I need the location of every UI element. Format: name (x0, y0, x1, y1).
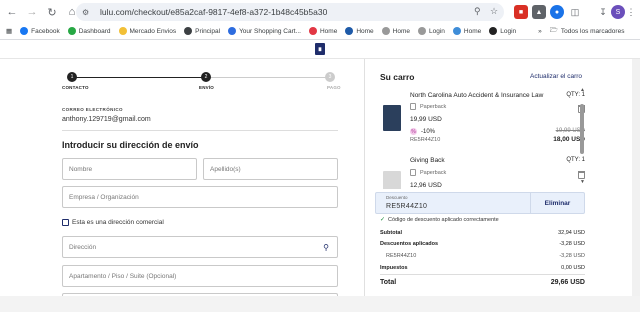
extension-icon[interactable]: ● (550, 5, 564, 19)
cart-item-price: 12,96 USD (410, 182, 442, 189)
reload-icon[interactable]: ↻ (44, 4, 60, 20)
bookmark-item[interactable]: Login (489, 27, 516, 35)
bookmark-item[interactable]: Mercado Envios (118, 27, 176, 35)
discount-code-applied: RE5R44Z10 (410, 137, 441, 143)
address-bar[interactable]: ⚙ lulu.com/checkout/e85a2caf-9817-4ef8-a… (76, 3, 504, 21)
bookmark-favicon-icon (452, 27, 461, 35)
page-footer-area (0, 296, 640, 312)
book-icon (410, 169, 416, 176)
bookmark-item[interactable]: Dashboard (67, 27, 111, 35)
bookmark-favicon-icon (418, 27, 427, 35)
email-divider (62, 130, 338, 131)
cart-item-price: 19,99 USD (410, 116, 442, 123)
shipping-title: Introducir su dirección de envío (62, 140, 199, 150)
step-contact-label[interactable]: CONTACTO (62, 85, 89, 90)
discount-label: Descuento (386, 195, 408, 200)
bookmark-favicon-icon (308, 27, 317, 35)
apps-icon[interactable]: ▦ (6, 27, 12, 35)
commercial-address-label[interactable]: Esta es una dirección comercial (72, 219, 164, 226)
extension-icon[interactable]: ▲ (532, 5, 546, 19)
first-name-field[interactable]: Nombre (62, 158, 197, 180)
remove-discount-button[interactable]: Eliminar (530, 193, 584, 213)
email-value: anthony.129719@gmail.com (62, 116, 151, 123)
check-icon: ✓ (380, 217, 386, 223)
apartment-field[interactable]: Apartamento / Piso / Suite (Opcional) (62, 265, 338, 287)
discount-field[interactable]: Descuento RE5R44Z10 Eliminar (375, 192, 585, 214)
bookmark-star-icon[interactable]: ☆ (490, 6, 498, 17)
bookmark-item[interactable]: Home (308, 27, 337, 35)
page-scrollbar[interactable] (632, 59, 640, 312)
bookmark-item[interactable]: Home (381, 27, 410, 35)
cart-panel: Su carro Actualizar el carro North Carol… (365, 59, 640, 312)
percent-icon: % (410, 128, 417, 135)
book-icon (410, 103, 416, 110)
bookmark-favicon-icon (118, 27, 127, 35)
step-payment-dot: 3 (325, 72, 335, 82)
company-field[interactable]: Empresa / Organización (62, 186, 338, 208)
summary-divider (380, 274, 585, 275)
cart-title: Su carro (380, 72, 415, 82)
cart-item-format: Paperback (410, 169, 446, 176)
checkout-form-panel: 1 2 3 CONTACTO ENVÍO PAGO CORREO ELECTRÓ… (0, 59, 364, 312)
bookmarks-overflow-button[interactable]: » (538, 28, 542, 35)
url-text[interactable]: lulu.com/checkout/e85a2caf-9817-4ef8-a37… (100, 7, 440, 17)
all-bookmarks-button[interactable]: 🗁 Todos los marcadores (550, 26, 625, 37)
cart-item: Giving Back QTY: 1 Paperback 12,96 USD (380, 155, 585, 189)
cart-item: North Carolina Auto Accident & Insurance… (380, 89, 585, 149)
step-shipping-dot: 2 (201, 72, 211, 82)
scroll-down-icon[interactable]: ▼ (580, 179, 585, 185)
avatar[interactable]: S (611, 5, 625, 19)
bookmark-favicon-icon (345, 27, 354, 35)
email-label: CORREO ELECTRÓNICO (62, 107, 123, 112)
discount-success-message: ✓ Código de descuento aplicado correctame… (380, 216, 499, 224)
extension-icon[interactable]: ■ (514, 5, 528, 19)
cart-item-format: Paperback (410, 103, 446, 110)
forward-icon[interactable]: → (24, 4, 40, 20)
bookmark-favicon-icon (228, 27, 237, 35)
extensions-puzzle-icon[interactable]: ◫ (568, 5, 582, 19)
progress-line (70, 77, 206, 78)
site-info-icon[interactable]: ⚙ (82, 8, 96, 17)
bookmark-item[interactable]: Your Shopping Cart... (228, 27, 301, 35)
address-placeholder: Dirección (69, 243, 97, 251)
bookmark-favicon-icon (381, 27, 390, 35)
address-field[interactable]: Dirección ⚲ (62, 236, 338, 258)
bookmark-item[interactable]: Home (345, 27, 374, 35)
bookmark-favicon-icon (67, 27, 76, 35)
search-icon: ⚲ (323, 242, 329, 252)
cart-scrollbar[interactable] (580, 94, 584, 184)
book-cover-image (383, 105, 401, 131)
bookmark-favicon-icon (184, 27, 193, 35)
progress-line (206, 77, 330, 78)
cart-item-title[interactable]: North Carolina Auto Accident & Insurance… (410, 92, 543, 99)
step-shipping-label: ENVÍO (199, 85, 215, 90)
discount-badge: % -10% (410, 128, 436, 135)
bookmark-favicon-icon (20, 27, 29, 35)
checkout-progress: 1 2 3 CONTACTO ENVÍO PAGO (62, 72, 341, 102)
book-cover-image (383, 171, 401, 189)
download-icon[interactable]: ↧ (596, 5, 610, 19)
scrollbar-thumb[interactable] (580, 104, 584, 154)
bookmark-favicon-icon (489, 27, 498, 35)
cart-item-title[interactable]: Giving Back (410, 157, 445, 164)
update-cart-link[interactable]: Actualizar el carro (530, 73, 582, 80)
discount-code-input[interactable]: RE5R44Z10 (386, 203, 427, 210)
bookmark-item[interactable]: Facebook (20, 27, 60, 35)
step-contact-dot[interactable]: 1 (67, 72, 77, 82)
bookmark-item[interactable]: Login (418, 27, 445, 35)
bookmarks-bar: ▦ Facebook Dashboard Mercado Envios Prin… (0, 24, 640, 38)
step-payment-label: PAGO (327, 85, 341, 90)
zoom-icon[interactable]: ⚲ (474, 6, 481, 17)
back-icon[interactable]: ← (4, 4, 20, 20)
site-header: ∎ (0, 40, 640, 58)
folder-icon: 🗁 (549, 26, 558, 34)
commercial-address-checkbox[interactable] (62, 219, 69, 226)
menu-icon[interactable]: ⋮ (626, 5, 636, 19)
last-name-field[interactable]: Apellido(s) (203, 158, 338, 180)
lulu-logo[interactable]: ∎ (315, 43, 325, 55)
bookmark-item[interactable]: Home (452, 27, 481, 35)
bookmark-item[interactable]: Principal (184, 27, 220, 35)
scroll-up-icon[interactable]: ▲ (580, 87, 585, 93)
